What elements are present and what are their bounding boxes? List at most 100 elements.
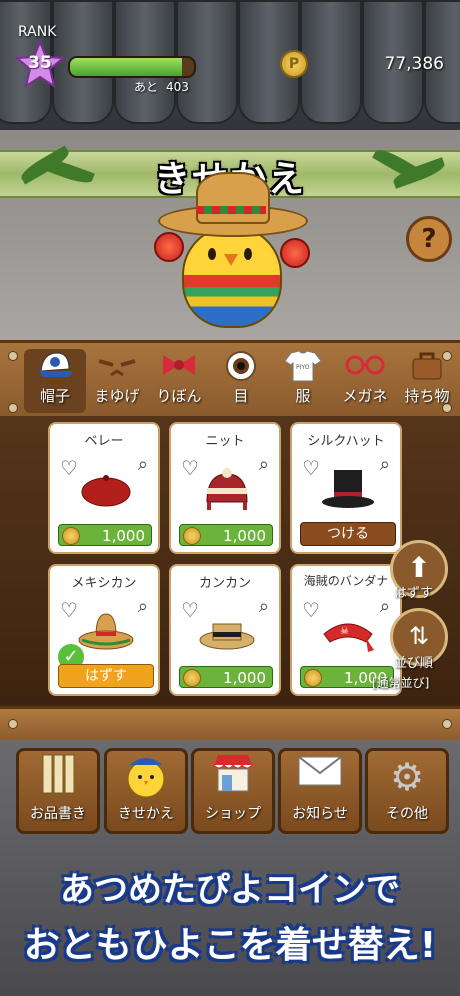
item-card-knit[interactable]: ニット ♡ ⌕ 1,000 xyxy=(169,422,281,554)
promo-line-1: あつめたぴよコインで xyxy=(60,870,400,910)
menu-label: お品書き xyxy=(30,806,86,822)
menu-scroll-icon xyxy=(19,751,97,803)
coin-icon xyxy=(183,669,201,687)
bag-icon xyxy=(396,349,458,385)
tab-label: メガネ xyxy=(342,387,388,405)
tab-eye[interactable]: 目 xyxy=(210,349,272,413)
tab-label: 目 xyxy=(233,387,249,405)
chick-body xyxy=(182,226,282,328)
shop-icon xyxy=(194,751,272,803)
sort-icon: ⇅ xyxy=(408,622,430,650)
glasses-icon xyxy=(334,349,396,385)
cap-icon xyxy=(24,349,86,385)
tab-eyebrows[interactable]: まゆげ xyxy=(86,349,148,413)
arrow-up-icon: ⬆ xyxy=(407,551,431,584)
sombrero-icon xyxy=(78,613,134,650)
item-card-boater[interactable]: カンカン ♡ ⌕ 1,000 xyxy=(169,564,281,696)
sort-value: [通常並び] xyxy=(372,676,430,690)
tab-label: 帽子 xyxy=(39,387,70,405)
boater-hat-icon xyxy=(199,623,255,650)
tab-glasses[interactable]: メガネ xyxy=(334,349,396,413)
chick-eye-left xyxy=(208,248,216,260)
price-button[interactable]: 1,000 xyxy=(58,524,152,546)
chick-character xyxy=(0,0,460,340)
favorite-heart-icon[interactable]: ♡ xyxy=(60,456,78,480)
nail-icon xyxy=(8,403,18,413)
favorite-heart-icon[interactable]: ♡ xyxy=(181,598,199,622)
category-tabbar: 帽子 まゆげ りぼん 目 PIYO 服 メガネ 持ち物 xyxy=(0,340,460,422)
sombrero-band xyxy=(196,206,266,214)
tab-label: 服 xyxy=(295,387,311,405)
svg-text:☠: ☠ xyxy=(340,626,349,637)
eye-icon xyxy=(210,349,272,385)
item-name: シルクハット xyxy=(307,434,385,449)
maraca-left-icon xyxy=(154,232,184,262)
promo-banner: あつめたぴよコインで おともひよこを着せ替え! xyxy=(0,862,460,974)
eyebrows-icon xyxy=(86,349,148,385)
promo-line-2: おともひよこを着せ替え! xyxy=(23,925,437,966)
equip-button[interactable]: つける xyxy=(300,522,396,546)
coin-icon xyxy=(183,527,201,545)
favorite-heart-icon[interactable]: ♡ xyxy=(181,456,199,480)
menu-button-shop[interactable]: ショップ xyxy=(191,748,275,834)
item-name: カンカン xyxy=(198,576,251,591)
item-name: ニット xyxy=(205,434,245,449)
price-value: 1,000 xyxy=(223,669,266,687)
zoom-icon[interactable]: ⌕ xyxy=(138,596,148,617)
menu-label: ショップ xyxy=(205,806,261,822)
chick-icon xyxy=(107,751,185,803)
tab-label: まゆげ xyxy=(94,387,140,405)
sombrero-crown xyxy=(196,172,270,224)
sort-label: 並び順 xyxy=(394,656,434,671)
tab-ribbon[interactable]: りぼん xyxy=(148,349,210,413)
remove-all-label: はずす xyxy=(394,586,434,601)
zoom-icon[interactable]: ⌕ xyxy=(138,454,148,475)
favorite-heart-icon[interactable]: ♡ xyxy=(302,598,320,622)
chick-eye-right xyxy=(244,248,252,260)
item-card-silk-hat[interactable]: シルクハット ♡ ⌕ つける xyxy=(290,422,402,554)
item-name: ベレー xyxy=(84,434,124,449)
svg-text:PIYO: PIYO xyxy=(296,364,310,371)
favorite-heart-icon[interactable]: ♡ xyxy=(302,456,320,480)
price-button[interactable]: 1,000 xyxy=(179,666,273,688)
envelope-icon xyxy=(281,751,359,803)
gear-icon: ⚙ xyxy=(389,755,425,799)
chick-beak xyxy=(224,254,238,266)
shirt-icon: PIYO xyxy=(272,349,334,385)
tab-label: りぼん xyxy=(156,387,202,405)
bandana-icon: ☠ xyxy=(323,623,374,652)
menu-label: お知らせ xyxy=(292,806,348,822)
price-value: 1,000 xyxy=(223,527,266,545)
maraca-right-icon xyxy=(280,238,310,268)
tab-belongings[interactable]: 持ち物 xyxy=(396,349,458,413)
menu-button-dressup[interactable]: きせかえ xyxy=(104,748,188,834)
zoom-icon[interactable]: ⌕ xyxy=(259,454,269,475)
nail-icon xyxy=(8,719,18,729)
nail-icon xyxy=(8,351,18,361)
ribbon-icon xyxy=(148,349,210,385)
remove-button[interactable]: はずす xyxy=(58,664,154,688)
nail-icon xyxy=(442,719,452,729)
item-name: メキシカン xyxy=(71,576,137,591)
item-card-mexican[interactable]: メキシカン ♡ ⌕ ✓ はずす xyxy=(48,564,160,696)
zoom-icon[interactable]: ⌕ xyxy=(380,596,390,617)
price-button[interactable]: 1,000 xyxy=(179,524,273,546)
item-name: 海賊のバンダナ xyxy=(303,574,389,588)
tab-clothes[interactable]: PIYO 服 xyxy=(272,349,334,413)
menu-button-news[interactable]: お知らせ xyxy=(278,748,362,834)
coin-icon xyxy=(62,527,80,545)
zoom-icon[interactable]: ⌕ xyxy=(259,596,269,617)
menu-button-catalog[interactable]: お品書き xyxy=(16,748,100,834)
item-card-beret[interactable]: ベレー ♡ ⌕ 1,000 xyxy=(48,422,160,554)
zoom-icon[interactable]: ⌕ xyxy=(380,454,390,475)
menu-label: その他 xyxy=(386,806,428,822)
coin-icon xyxy=(304,669,322,687)
tab-hat[interactable]: 帽子 xyxy=(24,349,86,413)
silk-hat-icon xyxy=(322,470,374,508)
menu-button-other[interactable]: ⚙ その他 xyxy=(365,748,449,834)
price-value: 1,000 xyxy=(102,527,145,545)
tab-label: 持ち物 xyxy=(404,387,450,405)
knit-hat-icon xyxy=(206,468,248,510)
favorite-heart-icon[interactable]: ♡ xyxy=(60,598,78,622)
beret-icon xyxy=(81,475,131,507)
